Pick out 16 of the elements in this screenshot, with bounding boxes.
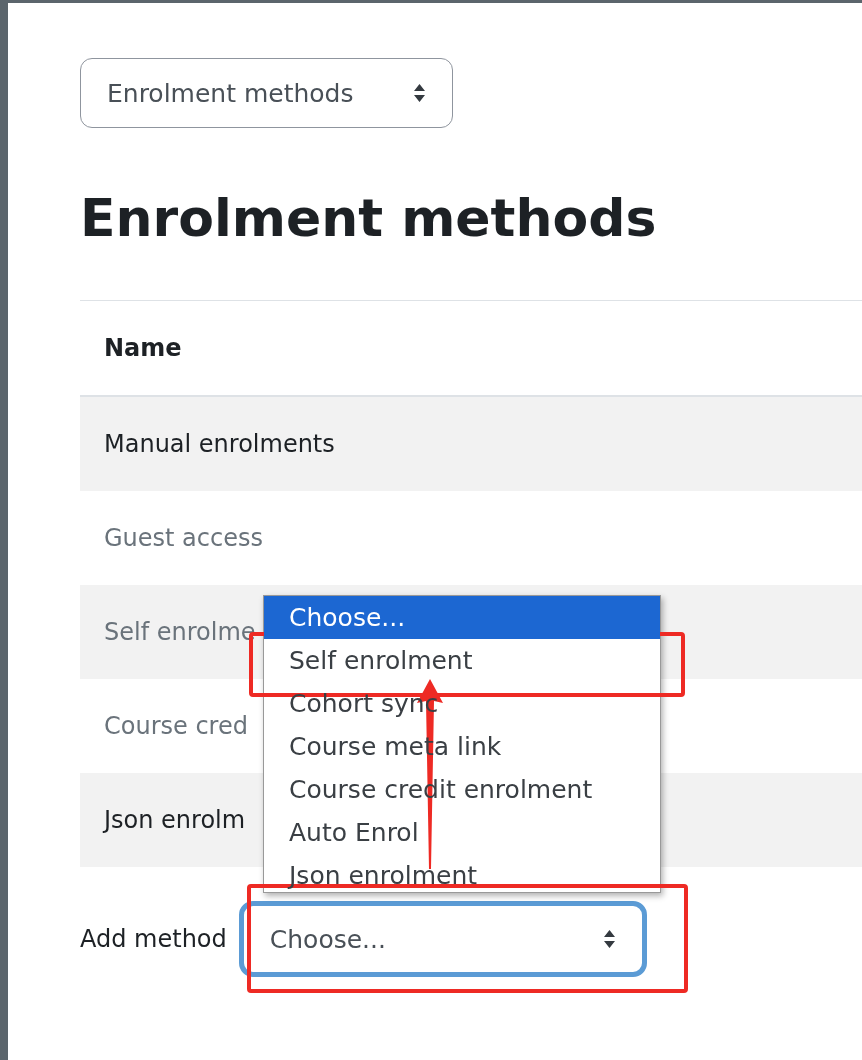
page-select[interactable]: Enrolment methods xyxy=(80,58,453,128)
sort-arrows-icon xyxy=(413,83,426,103)
dropdown-option[interactable]: Json enrolment xyxy=(264,854,660,892)
table-cell: Manual enrolments xyxy=(104,430,335,458)
dropdown-option[interactable]: Auto Enrol xyxy=(264,811,660,854)
add-method-select[interactable]: Choose... xyxy=(238,901,647,977)
page-heading: Enrolment methods xyxy=(80,187,658,250)
table-cell: Self enrolme xyxy=(104,618,256,646)
table-cell: Json enrolm xyxy=(104,806,246,834)
dropdown-option[interactable]: Choose... xyxy=(264,596,660,639)
column-header: Name xyxy=(104,334,182,362)
table-cell: Course cred xyxy=(104,712,248,740)
table-cell: Guest access xyxy=(104,524,263,552)
dropdown-option[interactable]: Self enrolment xyxy=(264,639,660,682)
add-method-label: Add method xyxy=(80,925,227,953)
sort-arrows-icon xyxy=(602,929,616,949)
